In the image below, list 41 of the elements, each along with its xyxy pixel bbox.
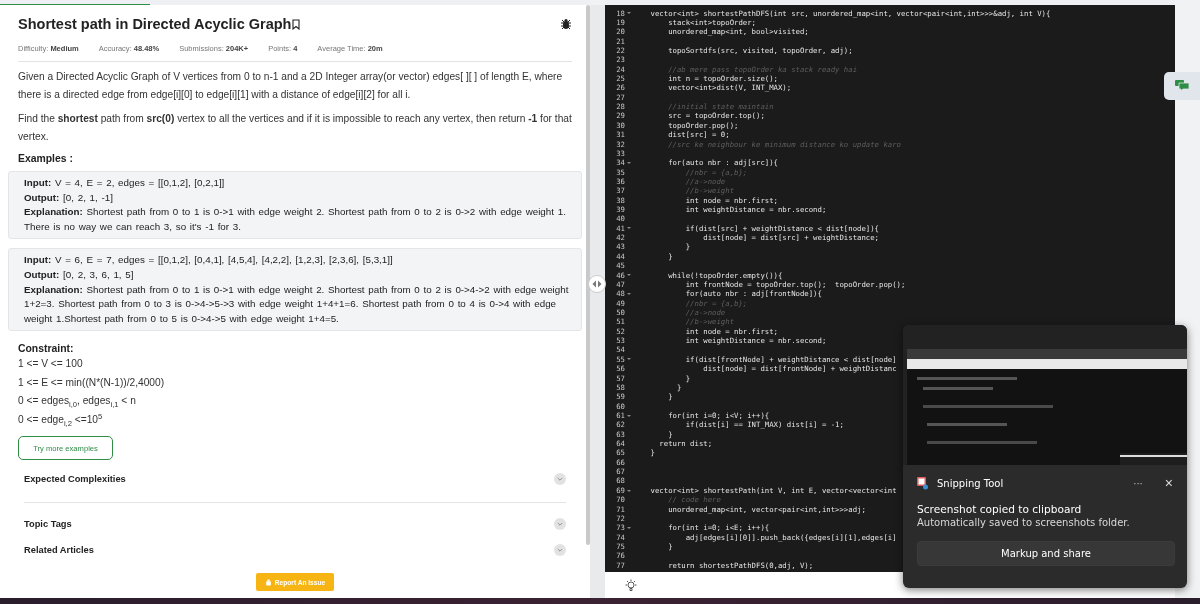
- fold-icon[interactable]: [627, 489, 631, 492]
- constraint-text: 0 <= edge$_{i,2}$ <=10$^{5}$: [18, 411, 104, 429]
- lightbulb-icon[interactable]: [625, 578, 637, 592]
- notification-detail: Automatically saved to screenshots folder.: [916, 517, 1131, 528]
- accordion-title[interactable]: Expected Complexities: [24, 474, 126, 485]
- fold-icon[interactable]: [627, 274, 631, 277]
- example-text: Input: V = 4, E = 2, edges = [[0,1,2], [0,2,1]]: [24, 176, 226, 190]
- fold-icon[interactable]: [627, 292, 631, 295]
- constraint-text: 1 <= V <= 100: [18, 357, 84, 372]
- fold-icon[interactable]: [627, 227, 631, 230]
- accordion-title[interactable]: Related Articles: [24, 545, 94, 556]
- description-text: Find the shortest path from src(0) vertex to all the vertices and if it is impossible to reach any vertex, then return -1 for that vertex.: [18, 112, 572, 144]
- example-text: Explanation: Shortest path from 0 to 1 is 0->1 with edge weight 2. Shortest path from 0 to 2 is 0->4->2 with edge weight 1+2=3. Shortest path from 0 to 3 is 0->4->5->3 with edge weight 1+4+1=6. Shortest path from 0 to 4 is 0->4 with edge weight 1.Shortest path from 0 to 5 is 0->4->5 with edge weight 1+4=5.: [24, 282, 570, 326]
- constraint-text: 0 <= edges$_{i,0}$, edges$_{i,1}$ < n: [18, 394, 137, 410]
- markup-share-button[interactable]: Markup and share: [917, 541, 1175, 566]
- app-name: Snipping Tool: [937, 477, 1005, 489]
- accordion-title[interactable]: Topic Tags: [24, 519, 72, 530]
- app-icon: [917, 476, 929, 490]
- fold-icon[interactable]: [627, 12, 631, 15]
- example-text: Explanation: Shortest path from 0 to 1 is 0->1 with edge weight 2. Shortest path from 0 to 2 is 0->2 with edge weight 1. There is no way we can reach 3, so it's -1 for 3.: [24, 205, 567, 234]
- example-text: Input: V = 6, E = 7, edges = [[0,1,2], [0,4,1], [4,5,4], [4,2,2], [1,2,3], [2,3,6], [5,3,1]]: [24, 253, 394, 268]
- fold-icon[interactable]: [627, 358, 631, 361]
- description-text: Given a Directed Acyclic Graph of V vertices from 0 to n-1 and a 2D Integer array(or vector) edges[ ][ ] of length E, where there is a directed edge from edge[i][0] to edge[i][1] with a distance of edge[i][2] for all i.: [18, 70, 564, 102]
- close-button[interactable]: ×: [1164, 476, 1173, 490]
- more-button[interactable]: ···: [1133, 477, 1143, 489]
- resize-handle-icon[interactable]: [588, 275, 606, 293]
- fold-icon[interactable]: [627, 526, 631, 529]
- example-text: Output: [0, 2, 3, 6, 1, 5]: [24, 267, 135, 282]
- chat-icon: [1175, 80, 1189, 92]
- constraint-text: 1 <= E <= min((N*(N-1))/2,4000): [18, 375, 166, 390]
- section-heading: Examples :: [18, 153, 74, 164]
- fold-icon[interactable]: [627, 414, 631, 417]
- chat-button[interactable]: [1164, 72, 1200, 100]
- fold-icon[interactable]: [627, 161, 631, 164]
- bookmark-icon[interactable]: [292, 18, 301, 30]
- bug-icon[interactable]: [560, 18, 572, 30]
- example-text: Output: [0, 2, 1, -1]: [24, 190, 114, 205]
- section-heading: Constraint:: [18, 343, 75, 355]
- report-icon: [264, 578, 272, 586]
- problem-title: Shortest path in Directed Acyclic Graph: [18, 16, 292, 32]
- notification-message: Screenshot copied to clipboard: [916, 503, 1083, 515]
